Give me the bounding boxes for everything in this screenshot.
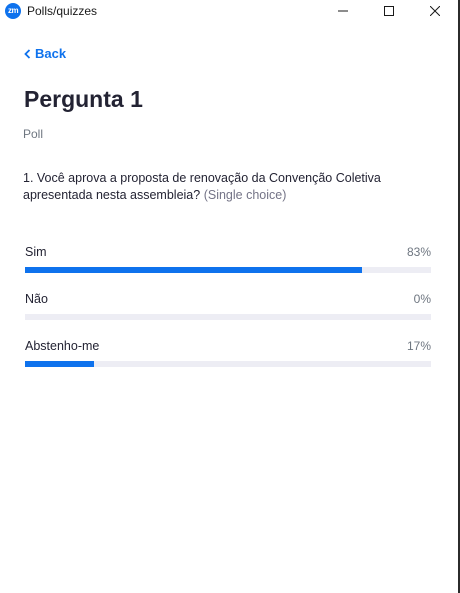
result-percent: 83%	[406, 245, 431, 259]
minimize-button[interactable]	[320, 0, 366, 22]
poll-question: 1. Você aprova a proposta de renovação d…	[23, 170, 423, 204]
close-icon	[430, 6, 440, 16]
title-bar: zm Polls/quizzes	[0, 0, 458, 22]
result-percent: 17%	[406, 339, 431, 353]
maximize-button[interactable]	[366, 0, 412, 22]
result-bar-track	[25, 314, 431, 320]
result-bar-fill	[25, 267, 362, 273]
window-title: Polls/quizzes	[27, 4, 98, 18]
polls-window: zm Polls/quizzes Back Pergunta 1 Poll 1.…	[0, 0, 460, 593]
question-text: 1. Você aprova a proposta de renovação d…	[23, 171, 381, 202]
result-bar-fill	[25, 361, 95, 367]
close-button[interactable]	[412, 0, 458, 22]
zoom-app-icon: zm	[5, 3, 21, 19]
result-bar-track	[25, 361, 431, 367]
back-label: Back	[35, 46, 67, 61]
result-bar-track	[25, 267, 431, 273]
back-link[interactable]: Back	[24, 46, 66, 61]
poll-heading: Pergunta 1	[24, 86, 143, 112]
question-hint: (Single choice)	[203, 188, 287, 202]
maximize-icon	[384, 6, 394, 16]
poll-type-label: Poll	[23, 127, 44, 141]
result-item: Sim 83%	[25, 245, 431, 292]
poll-results: Sim 83% Não 0% Abstenho-me 17%	[25, 245, 431, 386]
result-label: Não	[25, 292, 48, 306]
result-item: Abstenho-me 17%	[25, 339, 431, 386]
chevron-left-icon	[24, 48, 31, 59]
result-label: Abstenho-me	[25, 339, 100, 353]
result-label: Sim	[25, 245, 47, 259]
minimize-icon	[338, 10, 348, 12]
result-item: Não 0%	[25, 292, 431, 339]
result-percent: 0%	[413, 292, 431, 306]
